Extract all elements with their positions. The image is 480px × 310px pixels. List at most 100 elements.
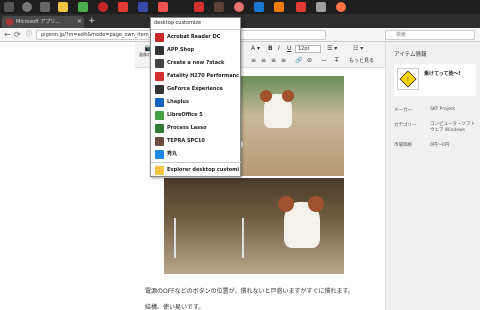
back-icon[interactable]: ← [4,29,11,41]
windows-taskbar [0,0,480,14]
numbered-list-button[interactable]: ☷ ▾ [353,45,363,52]
font-color-button[interactable]: A ▾ [251,45,260,52]
menu-header: desktop customize [154,20,202,26]
menu-item-lhaplus[interactable]: Lhaplus [151,96,241,108]
lhaplus-icon [155,98,164,107]
app-icon[interactable] [78,2,88,12]
link-icon[interactable]: 🔗 [295,57,302,64]
menu-item-process-lasso[interactable]: Process Lasso [151,122,241,134]
font-size-select[interactable]: 12pt [295,45,321,53]
windows-icon[interactable] [4,2,14,12]
category-label: カテゴリー [394,123,417,128]
close-icon[interactable]: ✕ [77,16,82,28]
process-lasso-icon [155,124,164,133]
menu-item-label: Process Lasso [167,125,207,131]
unlink-icon[interactable]: ⊘ [307,57,312,64]
hr-button[interactable]: — [321,57,327,64]
warning-sign-icon: ! [399,70,417,88]
list-button[interactable]: ☰ ▾ [327,45,337,52]
menu-item-7stack[interactable]: Create a new 7stack [151,57,241,69]
cortana-icon[interactable] [22,2,32,12]
sidebar-title: アイテム情報 [394,52,427,58]
libreoffice-icon [155,111,164,120]
menu-item-label: Explorer desktop customize [167,167,239,173]
fatality-icon [155,72,164,81]
firefox-icon[interactable] [336,2,346,12]
menu-item-explorer[interactable]: Explorer desktop customize [151,164,241,176]
maker-value: SKT Project [430,107,456,112]
menu-item-label: TEPRA SPC10 [167,138,205,144]
menu-item-label: 秀丸 [167,151,178,157]
menu-item-fatality[interactable]: Fatality H270 Performance S... [151,70,241,82]
svg-text:!: ! [407,76,409,83]
dog-ear [260,90,272,102]
menu-item-tepra[interactable]: TEPRA SPC10 [151,135,241,147]
menu-separator [151,29,241,30]
menu-item-libreoffice[interactable]: LibreOffice 5 [151,109,241,121]
maker-label: メーカー [394,108,412,113]
app-logo-icon: ! [397,68,419,90]
favicon-icon [6,19,13,25]
app-icon[interactable] [118,2,128,12]
bold-button[interactable]: B [268,45,273,52]
hidemaru-icon [155,150,164,159]
dog-ear [278,196,294,212]
menu-item-geforce[interactable]: GeForce Experience [151,83,241,95]
menu-separator [151,162,241,163]
dog-ear [282,90,294,102]
app-shop-icon [155,46,164,55]
task-view-icon[interactable] [40,2,50,12]
app-icon[interactable] [254,2,264,12]
desktop-customize-icon[interactable] [194,2,204,12]
chrome-icon[interactable] [98,2,108,12]
underline-button[interactable]: U [287,45,291,52]
justify-button[interactable]: ≡ [281,57,286,64]
dog-photo-2 [164,178,344,274]
explorer-icon[interactable] [58,2,68,12]
menu-item-label: APP Shop [167,47,195,53]
search-input[interactable]: 検索 [385,30,475,40]
align-right-button[interactable]: ≡ [271,57,276,64]
app-card[interactable]: ! 乗けてって徒〜! [394,64,476,96]
table-legs [174,218,244,258]
reload-icon[interactable]: ⟳ [14,29,21,41]
new-tab-icon[interactable]: + [88,15,96,27]
price-value: 0円〜0円 [430,143,450,148]
menu-item-label: Create a new 7stack [167,60,225,66]
menu-item-label: GeForce Experience [167,86,223,92]
tepra-icon [155,137,164,146]
price-label: 市場価格 [394,143,412,148]
menu-item-label: Lhaplus [167,99,189,105]
more-button[interactable]: もっと見る [349,57,374,64]
menu-item-label: LibreOffice 5 [167,112,203,118]
dog-ear [308,196,324,212]
item-info-sidebar: アイテム情報 ! 乗けてって徒〜! メーカー SKT Project カテゴリー… [385,42,480,310]
menu-item-app-shop[interactable]: APP Shop [151,44,241,56]
tab-title: Microsoft アプリ... [16,19,61,25]
body-text-line[interactable]: 電源のOFFなどのボタンの位置が、慣れないと戸惑いますがすぐに慣れます。 [145,286,354,295]
app-icon[interactable] [138,2,148,12]
app-icon[interactable] [234,2,244,12]
geforce-icon [155,85,164,94]
align-center-button[interactable]: ≡ [261,57,266,64]
align-button[interactable]: ≡ [251,57,256,64]
italic-button[interactable]: I [278,45,280,52]
clear-format-button[interactable]: T̶ [335,57,339,64]
menu-item-acrobat[interactable]: Acrobat Reader DC [151,31,241,43]
menu-item-label: Acrobat Reader DC [167,34,221,40]
stack-icon [155,59,164,68]
app-icon[interactable] [296,2,306,12]
app-icon[interactable] [158,2,168,12]
app-name: 乗けてって徒〜! [424,71,461,77]
menu-item-hidemaru[interactable]: 秀丸 [151,148,241,160]
menu-item-label: Fatality H270 Performance S... [167,73,239,79]
app-icon[interactable] [316,2,326,12]
category-value: コンピュータ・ソフトウェア Windows [430,122,475,133]
app-icon[interactable] [214,2,224,12]
folder-icon [155,166,164,175]
acrobat-icon [155,33,164,42]
app-icon[interactable] [274,2,284,12]
browser-tab[interactable]: Microsoft アプリ... ✕ [2,16,84,28]
info-icon[interactable]: ⓘ [26,29,32,41]
body-text-line[interactable]: 結構、使い易いです。 [145,302,204,310]
